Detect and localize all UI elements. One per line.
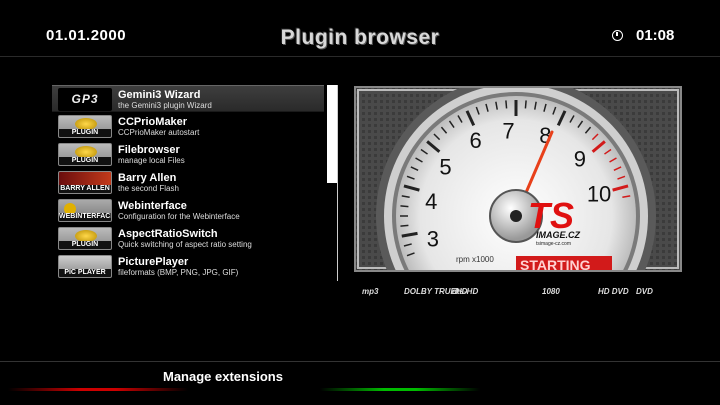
gauge-number: 3 bbox=[427, 226, 439, 251]
plugin-list-item[interactable]: PLUGIN CCPrioMaker CCPrioMaker autostart bbox=[52, 113, 324, 140]
media-format-logo: DVD bbox=[636, 287, 653, 296]
pic-player-icon: PIC PLAYER bbox=[58, 255, 112, 278]
scrollbar[interactable] bbox=[326, 85, 338, 281]
media-format-logo: dts-HD bbox=[452, 287, 479, 296]
media-format-logo: HD DVD bbox=[598, 287, 629, 296]
gauge-number: 7 bbox=[502, 118, 514, 143]
plugin-name: AspectRatioSwitch bbox=[118, 228, 218, 240]
clock-icon bbox=[612, 30, 623, 41]
gauge-number: 10 bbox=[587, 182, 611, 207]
gauge-number: 4 bbox=[425, 189, 437, 214]
brand-url: tsimage-cz.com bbox=[536, 241, 571, 247]
plugin-list-item[interactable]: WEBINTERFACE Webinterface Configuration fo… bbox=[52, 197, 324, 224]
status-text: STARTING bbox=[520, 257, 591, 270]
plugin-list-item[interactable]: BARRY ALLEN Barry Allen the second Flash bbox=[52, 169, 324, 196]
plugin-list-item[interactable]: PLUGIN Filebrowser manage local Files bbox=[52, 141, 324, 168]
media-format-logo: mp3 bbox=[362, 287, 379, 296]
plugin-preview: 3 4 5 6 7 8 9 10 rpm x1000 TS IMAGE.CZ tsimage-… bbox=[354, 86, 682, 272]
plugin-description: Configuration for the Webinterface bbox=[118, 212, 240, 221]
plugin-name: CCPrioMaker bbox=[118, 116, 188, 128]
plugin-icon-label: PLUGIN bbox=[59, 129, 111, 137]
bottom-divider bbox=[0, 361, 720, 362]
plugin-list-item[interactable]: PIC PLAYER PicturePlayer fileformats (BMP,… bbox=[52, 253, 324, 280]
plugin-icon-label: WEBINTERFACE bbox=[59, 213, 112, 221]
gauge-number: 6 bbox=[470, 128, 482, 153]
media-logos: mp3 DOLBY TRUEHD dts-HD 1080 HD DVD DVD bbox=[356, 287, 682, 303]
media-format-logo: 1080 bbox=[542, 287, 560, 296]
plugin-description: CCPrioMaker autostart bbox=[118, 128, 200, 137]
brand-sub: IMAGE.CZ bbox=[536, 230, 581, 240]
webinterface-icon: WEBINTERFACE bbox=[58, 199, 112, 222]
manage-extensions-label[interactable]: Manage extensions bbox=[163, 369, 283, 384]
plugin-icon-label: PIC PLAYER bbox=[59, 269, 111, 277]
plugin-list-item[interactable]: PLUGIN AspectRatioSwitch Quick switching o… bbox=[52, 225, 324, 252]
plugin-icon: PLUGIN bbox=[58, 143, 112, 166]
plugin-icon: PLUGIN bbox=[58, 227, 112, 250]
plugin-description: the second Flash bbox=[118, 184, 179, 193]
plugin-name: Gemini3 Wizard bbox=[118, 89, 201, 101]
plugin-name: PicturePlayer bbox=[118, 256, 189, 268]
plugin-description: Quick switching of aspect ratio setting bbox=[118, 240, 252, 249]
gauge-unit: rpm x1000 bbox=[456, 255, 494, 264]
plugin-name: Filebrowser bbox=[118, 144, 180, 156]
header-time: 01:08 bbox=[636, 27, 675, 44]
gauge-number: 9 bbox=[574, 146, 586, 171]
plugin-icon: PLUGIN bbox=[58, 115, 112, 138]
gp3-logo-icon: GP3 bbox=[58, 88, 112, 111]
plugin-icon-label: PLUGIN bbox=[59, 241, 111, 249]
gauge-number: 5 bbox=[439, 155, 451, 180]
barry-allen-icon: BARRY ALLEN bbox=[58, 171, 112, 194]
red-button-indicator[interactable] bbox=[8, 388, 188, 391]
plugin-icon-label: PLUGIN bbox=[59, 157, 111, 165]
top-divider bbox=[0, 56, 720, 57]
plugin-description: the Gemini3 plugin Wizard bbox=[118, 101, 212, 110]
plugin-description: manage local Files bbox=[118, 156, 185, 165]
plugin-list: GP3 Gemini3 Wizard the Gemini3 plugin Wiza… bbox=[52, 85, 324, 281]
plugin-name: Webinterface bbox=[118, 200, 187, 212]
green-button-indicator[interactable] bbox=[320, 388, 480, 391]
plugin-list-item[interactable]: GP3 Gemini3 Wizard the Gemini3 plugin Wiza… bbox=[52, 85, 324, 112]
plugin-name: Barry Allen bbox=[118, 172, 177, 184]
plugin-description: fileformats (BMP, PNG, JPG, GIF) bbox=[118, 268, 239, 277]
scrollbar-thumb[interactable] bbox=[327, 85, 337, 183]
tachometer-image: 3456 7 8910 rpm x1000 TS IMAGE.CZ tsimage-… bbox=[356, 88, 680, 270]
plugin-icon-label: BARRY ALLEN bbox=[59, 185, 111, 193]
